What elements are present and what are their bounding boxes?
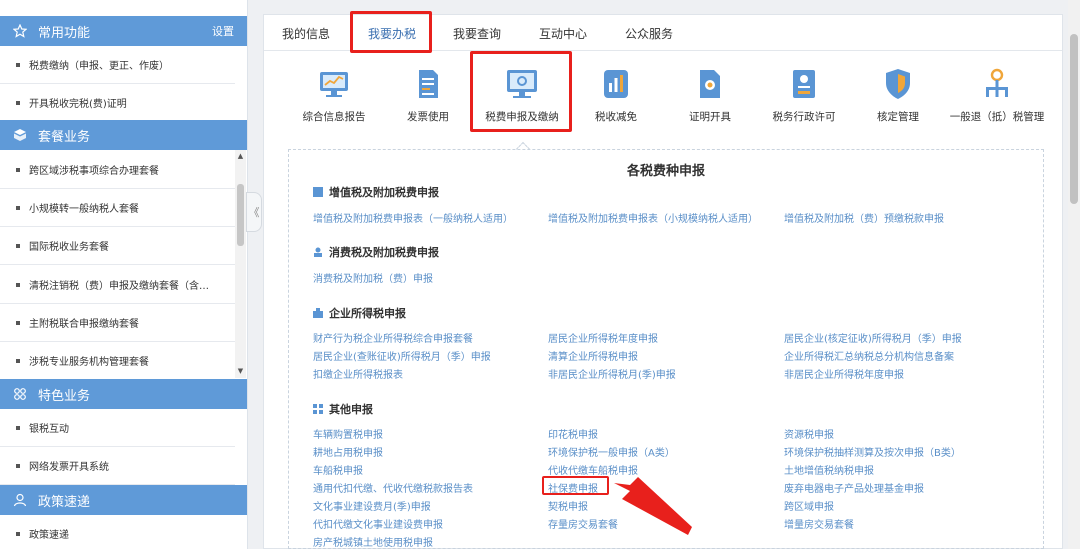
bullet [16,282,20,287]
package-icon [12,127,28,143]
bullet [16,463,20,468]
bullet [16,320,20,325]
section-title: 政策速递 [38,494,91,510]
sidebar-item-label: 网络发票开具系统 [29,462,109,473]
sidebar-item-label: 涉税专业服务机构管理套餐 [29,357,149,368]
sidebar: 常用功能 设置 税费缴纳（申报、更正、作废） 开具税收完税(费)证明 套餐业务 … [0,0,248,549]
sidebar-item[interactable]: 开具税收完税(费)证明 [0,84,235,122]
page-scrollbar-thumb[interactable] [1070,34,1078,204]
sidebar-item-label: 国际税收业务套餐 [29,242,109,253]
page-scrollbar[interactable] [1068,0,1080,549]
sidebar-item[interactable]: 涉税专业服务机构管理套餐 [0,342,235,380]
bullet [16,425,20,430]
sidebar-item[interactable]: 小规模转一般纳税人套餐 [0,189,235,227]
sidebar-item-label: 开具税收完税(费)证明 [29,99,127,110]
section-title: 常用功能 [38,25,91,41]
section-title: 套餐业务 [38,129,91,145]
sidebar-item-label: 主附税联合申报缴纳套餐 [29,319,139,330]
sidebar-item[interactable]: 跨区域涉税事项综合办理套餐 [0,151,235,189]
scrollbar-thumb[interactable] [237,184,244,246]
scroll-up-icon[interactable]: ▲ [236,152,245,161]
sidebar-item[interactable]: 主附税联合申报缴纳套餐 [0,304,235,342]
bullet [16,531,20,536]
bullet [16,167,20,172]
bullet [16,62,20,67]
grid-icon [12,386,28,402]
section-common[interactable]: 常用功能 设置 [0,16,247,46]
sidebar-item[interactable]: 税费缴纳（申报、更正、作废） [0,46,235,84]
arrow-shape [614,477,692,535]
sidebar-item-label: 税费缴纳（申报、更正、作废） [29,61,169,72]
sidebar-item[interactable]: 清税注销税（费）申报及缴纳套餐（含… [0,266,235,304]
section-feature[interactable]: 特色业务 [0,379,247,409]
sidebar-item-label: 小规模转一般纳税人套餐 [29,204,139,215]
main-content: 我的信息 我要办税 我要查询 互动中心 公众服务 综合信息报告 发票使用 税费申… [263,11,1063,549]
settings-link[interactable]: 设置 [212,23,234,39]
sidebar-item-label: 银税互动 [29,424,69,435]
sidebar-scrollbar[interactable]: ▲ ▼ [235,150,246,378]
scroll-down-icon[interactable]: ▼ [236,367,245,376]
double-chevron-left-icon: 《 [248,206,260,219]
sidebar-item[interactable]: 银税互动 [0,409,235,447]
bullet [16,100,20,105]
red-arrow-annotation [614,477,692,535]
star-icon [12,23,28,39]
sidebar-item-label: 跨区域涉税事项综合办理套餐 [29,166,159,177]
sidebar-item[interactable]: 网络发票开具系统 [0,447,235,485]
section-title: 特色业务 [38,388,91,404]
sidebar-item[interactable]: 政策速递 [0,515,235,549]
sidebar-item-label: 清税注销税（费）申报及缴纳套餐（含… [29,281,209,292]
bullet [16,205,20,210]
collapse-sidebar-button[interactable]: 《 [246,192,262,232]
sidebar-item[interactable]: 国际税收业务套餐 [0,227,235,265]
user-icon [12,492,28,508]
section-package[interactable]: 套餐业务 [0,120,247,150]
tax-portal-page: 常用功能 设置 税费缴纳（申报、更正、作废） 开具税收完税(费)证明 套餐业务 … [0,0,1080,549]
bullet [16,243,20,248]
section-policy[interactable]: 政策速递 [0,485,247,515]
bullet [16,358,20,363]
sidebar-item-label: 政策速递 [29,530,69,541]
